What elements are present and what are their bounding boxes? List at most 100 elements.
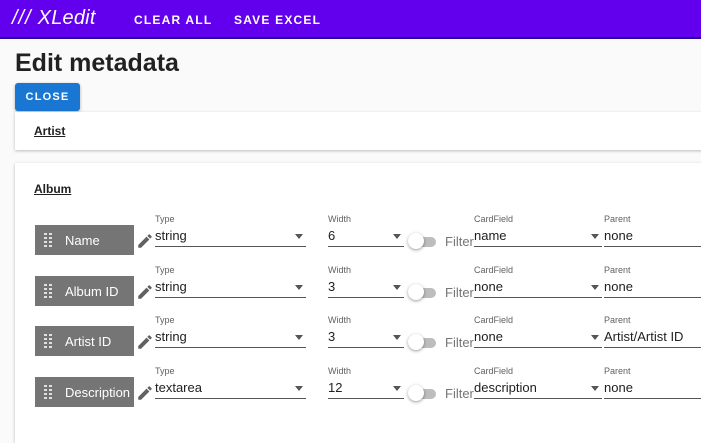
edit-pencil-icon[interactable] [136, 384, 154, 402]
type-select[interactable]: string [155, 278, 306, 298]
filter-label: Filter [445, 285, 474, 300]
width-select[interactable]: 3 [328, 278, 404, 298]
width-label: Width [328, 265, 352, 275]
chevron-down-icon [295, 234, 303, 239]
parent-value: none [604, 228, 633, 243]
cardfield-value: none [474, 279, 503, 294]
filter-label: Filter [445, 335, 474, 350]
type-label: Type [155, 366, 175, 376]
toggle-thumb [408, 334, 424, 350]
field-row: Artist ID Type string Width 3 Filter Car… [15, 314, 701, 364]
type-select[interactable]: textarea [155, 379, 306, 399]
toggle-thumb [408, 385, 424, 401]
artist-panel: Artist [15, 112, 701, 150]
app-name: XLedit [37, 7, 96, 29]
cardfield-label: CardField [474, 366, 514, 376]
chevron-down-icon [295, 386, 303, 391]
album-panel-link[interactable]: Album [34, 182, 71, 196]
drag-handle-icon[interactable] [44, 385, 58, 399]
cardfield-select[interactable]: none [474, 328, 602, 348]
field-row: Album ID Type string Width 3 Filter Card… [15, 264, 701, 314]
filter-toggle[interactable] [408, 385, 436, 401]
cardfield-value: none [474, 329, 503, 344]
chevron-down-icon [393, 285, 401, 290]
width-value: 3 [328, 279, 336, 294]
field-chip[interactable]: Artist ID [35, 326, 134, 356]
clear-all-button[interactable]: CLEAR ALL [134, 13, 212, 27]
parent-value: none [604, 380, 633, 395]
field-name: Description [65, 384, 131, 400]
filter-toggle[interactable] [408, 233, 436, 249]
toggle-thumb [408, 284, 424, 300]
chevron-down-icon [591, 285, 599, 290]
chevron-down-icon [591, 386, 599, 391]
logo-slashes: /// [12, 7, 32, 29]
chevron-down-icon [393, 234, 401, 239]
width-select[interactable]: 12 [328, 379, 404, 399]
cardfield-label: CardField [474, 214, 514, 224]
artist-panel-link[interactable]: Artist [34, 124, 65, 138]
cardfield-select[interactable]: name [474, 227, 602, 247]
close-button[interactable]: CLOSE [15, 83, 80, 111]
cardfield-value: description [474, 380, 537, 395]
chevron-down-icon [591, 335, 599, 340]
width-value: 6 [328, 228, 336, 243]
field-name: Artist ID [65, 333, 112, 349]
edit-pencil-icon[interactable] [136, 232, 154, 250]
width-label: Width [328, 214, 352, 224]
album-panel: Album Name Type string Width 6 Filter Ca… [15, 163, 701, 443]
parent-label: Parent [604, 214, 631, 224]
type-value: textarea [155, 380, 202, 395]
filter-label: Filter [445, 234, 474, 249]
filter-label: Filter [445, 386, 474, 401]
parent-label: Parent [604, 315, 631, 325]
cardfield-label: CardField [474, 265, 514, 275]
chevron-down-icon [295, 285, 303, 290]
width-label: Width [328, 366, 352, 376]
field-chip[interactable]: Album ID [35, 276, 134, 306]
drag-handle-icon[interactable] [44, 233, 58, 247]
field-chip[interactable]: Name [35, 225, 134, 255]
field-name: Album ID [65, 283, 119, 299]
edit-pencil-icon[interactable] [136, 333, 154, 351]
drag-handle-icon[interactable] [44, 334, 58, 348]
field-row: Description Type textarea Width 12 Filte… [15, 365, 701, 415]
type-label: Type [155, 315, 175, 325]
field-row: Name Type string Width 6 Filter CardFiel… [15, 213, 701, 263]
cardfield-select[interactable]: none [474, 278, 602, 298]
type-select[interactable]: string [155, 227, 306, 247]
save-excel-button[interactable]: SAVE EXCEL [234, 13, 321, 27]
cardfield-label: CardField [474, 315, 514, 325]
width-label: Width [328, 315, 352, 325]
width-select[interactable]: 6 [328, 227, 404, 247]
type-value: string [155, 228, 187, 243]
type-value: string [155, 279, 187, 294]
chevron-down-icon [393, 335, 401, 340]
toggle-thumb [408, 233, 424, 249]
chevron-down-icon [393, 386, 401, 391]
page-title: Edit metadata [15, 49, 179, 77]
width-value: 3 [328, 329, 336, 344]
drag-handle-icon[interactable] [44, 284, 58, 298]
filter-toggle[interactable] [408, 334, 436, 350]
width-value: 12 [328, 380, 343, 395]
chevron-down-icon [295, 335, 303, 340]
app-bar: /// XLedit CLEAR ALL SAVE EXCEL [0, 0, 701, 39]
filter-toggle[interactable] [408, 284, 436, 300]
parent-input[interactable]: none [604, 379, 701, 399]
parent-input[interactable]: none [604, 278, 701, 298]
parent-input[interactable]: Artist/Artist ID [604, 328, 701, 348]
parent-value: Artist/Artist ID [604, 329, 684, 344]
width-select[interactable]: 3 [328, 328, 404, 348]
app-logo: /// XLedit [12, 7, 96, 30]
type-label: Type [155, 265, 175, 275]
cardfield-select[interactable]: description [474, 379, 602, 399]
parent-label: Parent [604, 366, 631, 376]
field-chip[interactable]: Description [35, 377, 134, 407]
parent-input[interactable]: none [604, 227, 701, 247]
edit-pencil-icon[interactable] [136, 283, 154, 301]
field-name: Name [65, 232, 100, 248]
parent-value: none [604, 279, 633, 294]
type-select[interactable]: string [155, 328, 306, 348]
parent-label: Parent [604, 265, 631, 275]
